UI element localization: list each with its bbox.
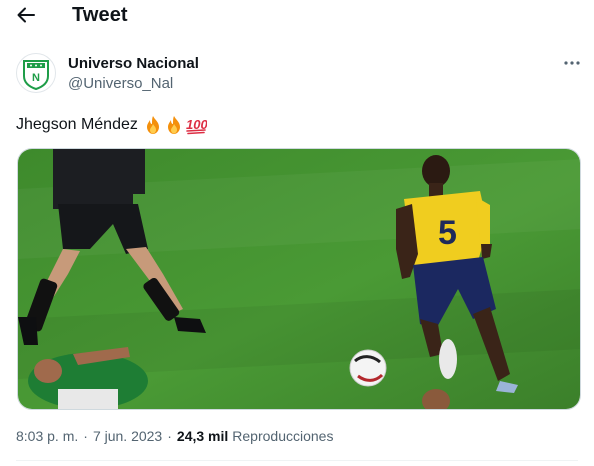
tweet-meta: 8:03 p. m. · 7 jun. 2023 · 24,3 mil Repr…	[16, 428, 333, 444]
tweet-text: Jhegson Méndez 100	[16, 115, 207, 135]
tweet-time[interactable]: 8:03 p. m.	[16, 428, 78, 444]
page-title: Tweet	[72, 4, 128, 26]
meta-separator: ·	[83, 428, 88, 444]
soccer-ball	[349, 349, 387, 387]
more-options-button[interactable]	[558, 52, 586, 74]
arrow-left-icon	[17, 7, 35, 23]
more-dots-icon	[564, 61, 580, 65]
svg-text:N: N	[32, 72, 40, 84]
top-bar: Tweet	[0, 0, 594, 34]
tweet-text-content: Jhegson Méndez	[16, 116, 138, 133]
tweet-date[interactable]: 7 jun. 2023	[93, 428, 162, 444]
divider	[16, 460, 578, 461]
jersey-number: 5	[438, 214, 457, 252]
emoji-group: 100	[143, 115, 207, 135]
fire-emoji-icon	[167, 116, 180, 134]
author-handle[interactable]: @Universo_Nal	[68, 75, 173, 92]
views-count: 24,3 mil	[176, 428, 229, 444]
views-label: Reproducciones	[232, 428, 334, 444]
author-name[interactable]: Universo Nacional	[68, 55, 199, 72]
fire-emoji-icon	[146, 116, 159, 134]
club-logo-icon: N	[23, 60, 49, 90]
back-button[interactable]	[13, 2, 39, 28]
video-media[interactable]: 5	[17, 148, 581, 410]
hundred-points-emoji-icon: 100	[186, 117, 207, 135]
avatar[interactable]: N	[16, 53, 56, 93]
meta-separator: ·	[167, 428, 172, 444]
